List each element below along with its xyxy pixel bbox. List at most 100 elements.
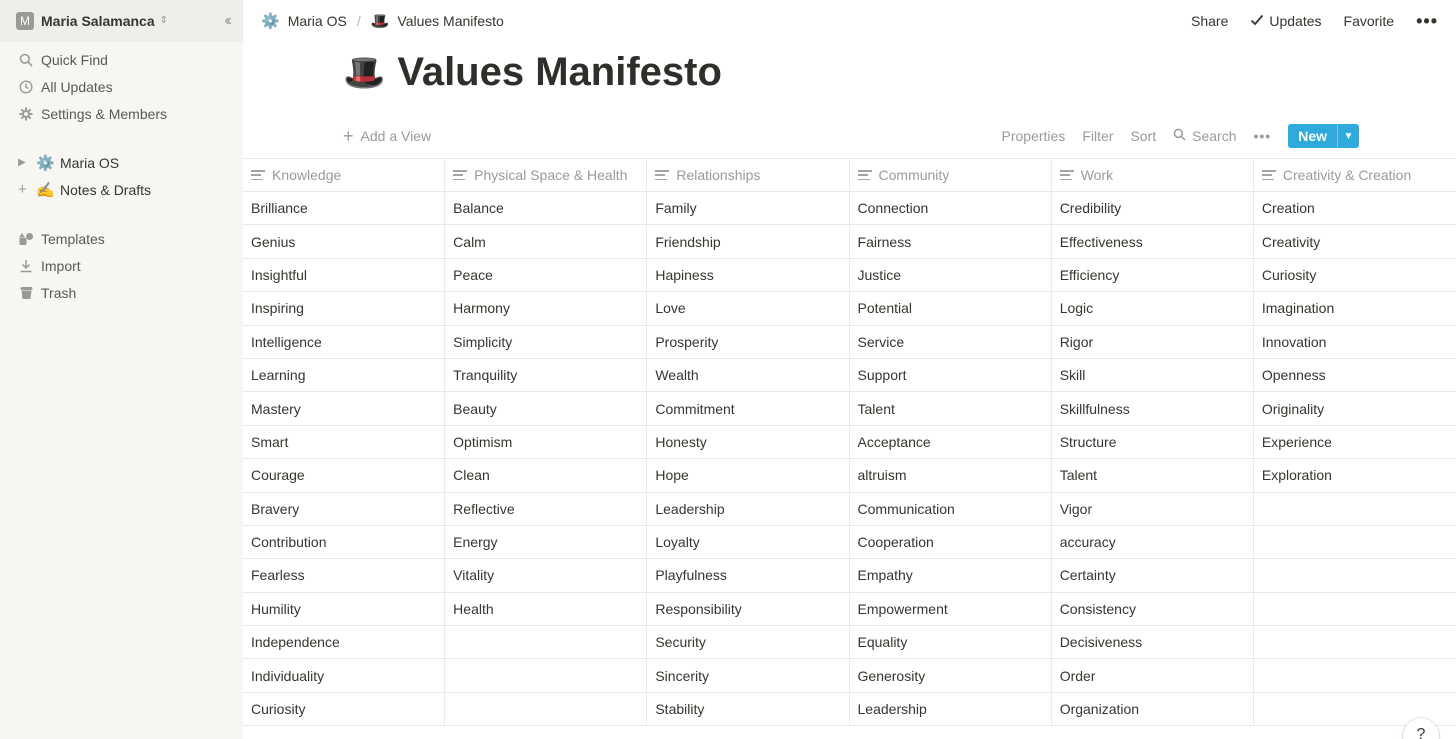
table-cell[interactable]: Efficiency: [1052, 258, 1254, 292]
table-cell[interactable]: Loyalty: [647, 525, 850, 559]
table-cell[interactable]: Tranquility: [445, 358, 648, 392]
table-cell[interactable]: Communication: [850, 492, 1052, 525]
page-title[interactable]: 🎩 Values Manifesto: [343, 50, 722, 95]
table-cell[interactable]: Experience: [1254, 426, 1456, 458]
sidebar-item-trash[interactable]: Trash: [0, 279, 243, 306]
table-cell[interactable]: Talent: [850, 392, 1052, 425]
breadcrumb-item-values-manifesto[interactable]: 🎩 Values Manifesto: [371, 12, 504, 30]
table-cell[interactable]: Fearless: [243, 559, 446, 592]
table-cell[interactable]: Leadership: [850, 692, 1052, 726]
table-cell[interactable]: Independence: [243, 626, 446, 659]
table-cell[interactable]: Love: [647, 292, 850, 325]
table-cell[interactable]: Empowerment: [850, 592, 1052, 626]
table-cell[interactable]: Service: [850, 325, 1052, 358]
workspace-switcher[interactable]: M Maria Salamanca ⇕ ‹‹: [0, 0, 243, 42]
table-cell[interactable]: Originality: [1254, 392, 1456, 424]
table-cell[interactable]: Structure: [1052, 425, 1254, 459]
table-cell[interactable]: Humility: [243, 592, 446, 626]
table-cell[interactable]: Empathy: [850, 559, 1052, 592]
sidebar-page-notes-drafts[interactable]: + ✍️ Notes & Drafts: [0, 176, 243, 203]
updates-button[interactable]: Updates: [1250, 13, 1322, 29]
table-cell[interactable]: [445, 659, 648, 692]
table-cell[interactable]: Effectiveness: [1052, 225, 1254, 258]
table-cell[interactable]: Prosperity: [647, 325, 850, 358]
table-cell[interactable]: Learning: [243, 358, 446, 392]
table-cell[interactable]: [1254, 593, 1456, 625]
sidebar-item-templates[interactable]: Templates: [0, 225, 243, 252]
table-cell[interactable]: Organization: [1052, 692, 1254, 726]
table-cell[interactable]: Imagination: [1254, 292, 1456, 324]
breadcrumb-item-maria-os[interactable]: ⚙️ Maria OS: [261, 12, 347, 30]
column-header[interactable]: Relationships: [647, 159, 850, 191]
table-cell[interactable]: Simplicity: [445, 325, 648, 358]
table-cell[interactable]: Commitment: [647, 392, 850, 425]
table-cell[interactable]: Skill: [1052, 358, 1254, 392]
table-cell[interactable]: Equality: [850, 626, 1052, 659]
table-cell[interactable]: Logic: [1052, 292, 1254, 325]
new-button-label[interactable]: New: [1288, 124, 1337, 148]
more-options-icon[interactable]: •••: [1253, 128, 1271, 144]
sidebar-item-quick-find[interactable]: Quick Find: [0, 46, 243, 73]
table-cell[interactable]: [1254, 526, 1456, 558]
table-cell[interactable]: Acceptance: [850, 425, 1052, 459]
chevron-down-icon[interactable]: ▼: [1337, 124, 1359, 148]
table-cell[interactable]: Intelligence: [243, 325, 446, 358]
sort-button[interactable]: Sort: [1130, 128, 1156, 144]
table-cell[interactable]: [1254, 626, 1456, 658]
table-cell[interactable]: Individuality: [243, 659, 446, 692]
table-cell[interactable]: Innovation: [1254, 326, 1456, 358]
sidebar-item-settings[interactable]: Settings & Members: [0, 100, 243, 127]
table-cell[interactable]: Skillfulness: [1052, 392, 1254, 425]
table-cell[interactable]: Cooperation: [850, 525, 1052, 559]
table-cell[interactable]: Energy: [445, 525, 648, 559]
table-cell[interactable]: Bravery: [243, 492, 446, 525]
table-cell[interactable]: Creativity: [1254, 225, 1456, 257]
more-options-icon[interactable]: •••: [1416, 11, 1438, 32]
favorite-button[interactable]: Favorite: [1344, 13, 1395, 29]
table-cell[interactable]: Justice: [850, 258, 1052, 292]
table-cell[interactable]: Balance: [445, 192, 648, 225]
collapse-sidebar-icon[interactable]: ‹‹: [224, 12, 231, 30]
table-cell[interactable]: Leadership: [647, 492, 850, 525]
table-cell[interactable]: Calm: [445, 225, 648, 258]
column-header[interactable]: Knowledge: [243, 159, 446, 191]
table-cell[interactable]: Certainty: [1052, 559, 1254, 592]
table-cell[interactable]: Family: [647, 192, 850, 225]
table-cell[interactable]: Consistency: [1052, 592, 1254, 626]
table-cell[interactable]: Curiosity: [1254, 259, 1456, 291]
table-cell[interactable]: [445, 626, 648, 659]
table-cell[interactable]: Sincerity: [647, 659, 850, 692]
table-cell[interactable]: Stability: [647, 692, 850, 726]
table-cell[interactable]: Potential: [850, 292, 1052, 325]
table-cell[interactable]: Peace: [445, 258, 648, 292]
table-cell[interactable]: Wealth: [647, 358, 850, 392]
sidebar-item-all-updates[interactable]: All Updates: [0, 73, 243, 100]
add-page-icon[interactable]: +: [18, 181, 30, 198]
table-cell[interactable]: Exploration: [1254, 459, 1456, 491]
table-cell[interactable]: Playfulness: [647, 559, 850, 592]
table-cell[interactable]: Support: [850, 358, 1052, 392]
table-cell[interactable]: Mastery: [243, 392, 446, 425]
table-cell[interactable]: Order: [1052, 659, 1254, 692]
table-cell[interactable]: Curiosity: [243, 692, 446, 726]
table-cell[interactable]: altruism: [850, 459, 1052, 492]
table-cell[interactable]: Hope: [647, 459, 850, 492]
new-button[interactable]: New ▼: [1288, 124, 1359, 148]
table-cell[interactable]: Honesty: [647, 425, 850, 459]
table-cell[interactable]: Courage: [243, 459, 446, 492]
expand-triangle-icon[interactable]: ▶: [18, 157, 30, 168]
table-cell[interactable]: Harmony: [445, 292, 648, 325]
table-cell[interactable]: Insightful: [243, 258, 446, 292]
table-cell[interactable]: Contribution: [243, 525, 446, 559]
properties-button[interactable]: Properties: [1002, 128, 1066, 144]
table-cell[interactable]: Connection: [850, 192, 1052, 225]
table-cell[interactable]: Clean: [445, 459, 648, 492]
table-cell[interactable]: Beauty: [445, 392, 648, 425]
column-header[interactable]: Work: [1052, 159, 1254, 191]
top-hat-emoji-icon[interactable]: 🎩: [343, 53, 385, 93]
table-cell[interactable]: Smart: [243, 425, 446, 459]
table-cell[interactable]: Decisiveness: [1052, 626, 1254, 659]
table-cell[interactable]: Creation: [1254, 192, 1456, 224]
table-cell[interactable]: Reflective: [445, 492, 648, 525]
table-cell[interactable]: [1254, 493, 1456, 525]
